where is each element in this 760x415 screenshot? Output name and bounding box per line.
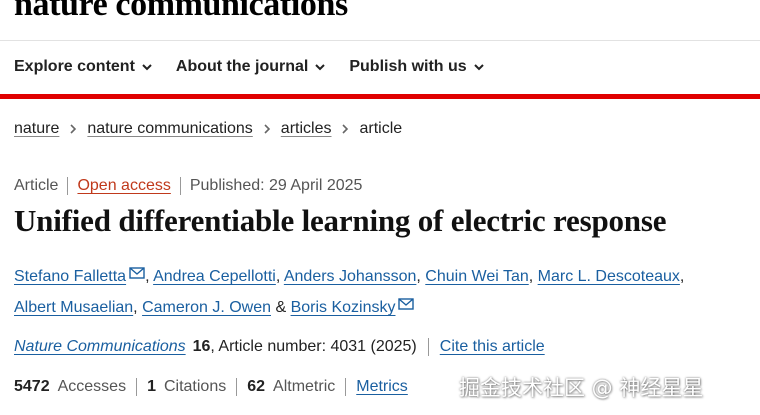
- breadcrumb-nature-communications[interactable]: nature communications: [87, 120, 252, 138]
- chevron-right-icon: [70, 124, 77, 134]
- chevron-down-icon: [142, 64, 152, 71]
- nav-explore-content-label: Explore content: [14, 58, 135, 75]
- meta-divider: [179, 177, 181, 195]
- metrics-link[interactable]: Metrics: [356, 378, 408, 396]
- author-link[interactable]: Boris Kozinsky: [291, 299, 396, 316]
- citations-count: 1: [147, 378, 156, 395]
- author-link[interactable]: Cameron J. Owen: [142, 299, 271, 316]
- article-meta: Article Open access Published: 29 April …: [14, 177, 362, 195]
- citation-line: Nature Communications 16 , Article numbe…: [14, 338, 545, 356]
- author-link[interactable]: Anders Johansson: [284, 268, 417, 285]
- watermark: 掘金技术社区 @ 神经星星: [459, 376, 704, 400]
- accesses-label: Accesses: [57, 378, 127, 395]
- cite-this-article-link[interactable]: Cite this article: [440, 338, 545, 356]
- main-nav: Explore content About the journal Publis…: [14, 58, 485, 76]
- article-number: , Article number: 4031 (2025): [210, 338, 417, 355]
- article-title: Unified differentiable learning of elect…: [14, 203, 667, 238]
- journal-link[interactable]: Nature Communications: [14, 338, 186, 356]
- author-link[interactable]: Chuin Wei Tan: [425, 268, 528, 285]
- breadcrumb-current: article: [359, 120, 403, 137]
- chevron-right-icon: [342, 124, 349, 134]
- citations-label: Citations: [163, 378, 227, 395]
- chevron-down-icon: [315, 64, 326, 71]
- header-divider: [0, 40, 760, 41]
- author-list: Stefano Falletta, Andrea Cepellotti, And…: [14, 267, 685, 316]
- metrics-divider: [345, 378, 347, 396]
- nav-explore-content[interactable]: Explore content: [14, 58, 153, 76]
- nav-about-journal[interactable]: About the journal: [176, 58, 326, 76]
- breadcrumb: nature nature communications articles ar…: [14, 120, 402, 138]
- author-link[interactable]: Marc L. Descoteaux: [538, 268, 680, 285]
- article-metrics: 5472 Accesses 1 Citations 62 Altmetric M…: [14, 378, 408, 396]
- altmetric-label: Altmetric: [273, 378, 336, 395]
- email-icon[interactable]: [129, 267, 145, 279]
- chevron-down-icon: [473, 64, 484, 71]
- metrics-divider: [236, 378, 238, 396]
- citation-divider: [427, 338, 429, 356]
- chevron-right-icon: [264, 124, 270, 134]
- nav-publish-with-us[interactable]: Publish with us: [349, 58, 484, 76]
- author-link[interactable]: Albert Musaelian: [14, 299, 133, 316]
- email-icon[interactable]: [398, 298, 415, 310]
- breadcrumb-nature[interactable]: nature: [14, 120, 59, 138]
- metrics-divider: [136, 378, 138, 396]
- journal-logo[interactable]: nature communications: [14, 0, 348, 24]
- accesses-count: 5472: [14, 378, 50, 395]
- author-link[interactable]: Andrea Cepellotti: [153, 268, 276, 285]
- author-link[interactable]: Stefano Falletta: [14, 268, 126, 285]
- volume: 16: [192, 338, 211, 355]
- published-date: Published: 29 April 2025: [189, 177, 363, 194]
- nav-about-journal-label: About the journal: [175, 58, 309, 75]
- breadcrumb-articles[interactable]: articles: [281, 120, 332, 138]
- meta-divider: [67, 177, 69, 195]
- open-access-link[interactable]: Open access: [77, 177, 170, 195]
- altmetric-count: 62: [247, 378, 266, 395]
- nav-publish-with-us-label: Publish with us: [349, 58, 467, 75]
- header-accent-bar: [0, 94, 760, 99]
- article-type: Article: [14, 177, 59, 194]
